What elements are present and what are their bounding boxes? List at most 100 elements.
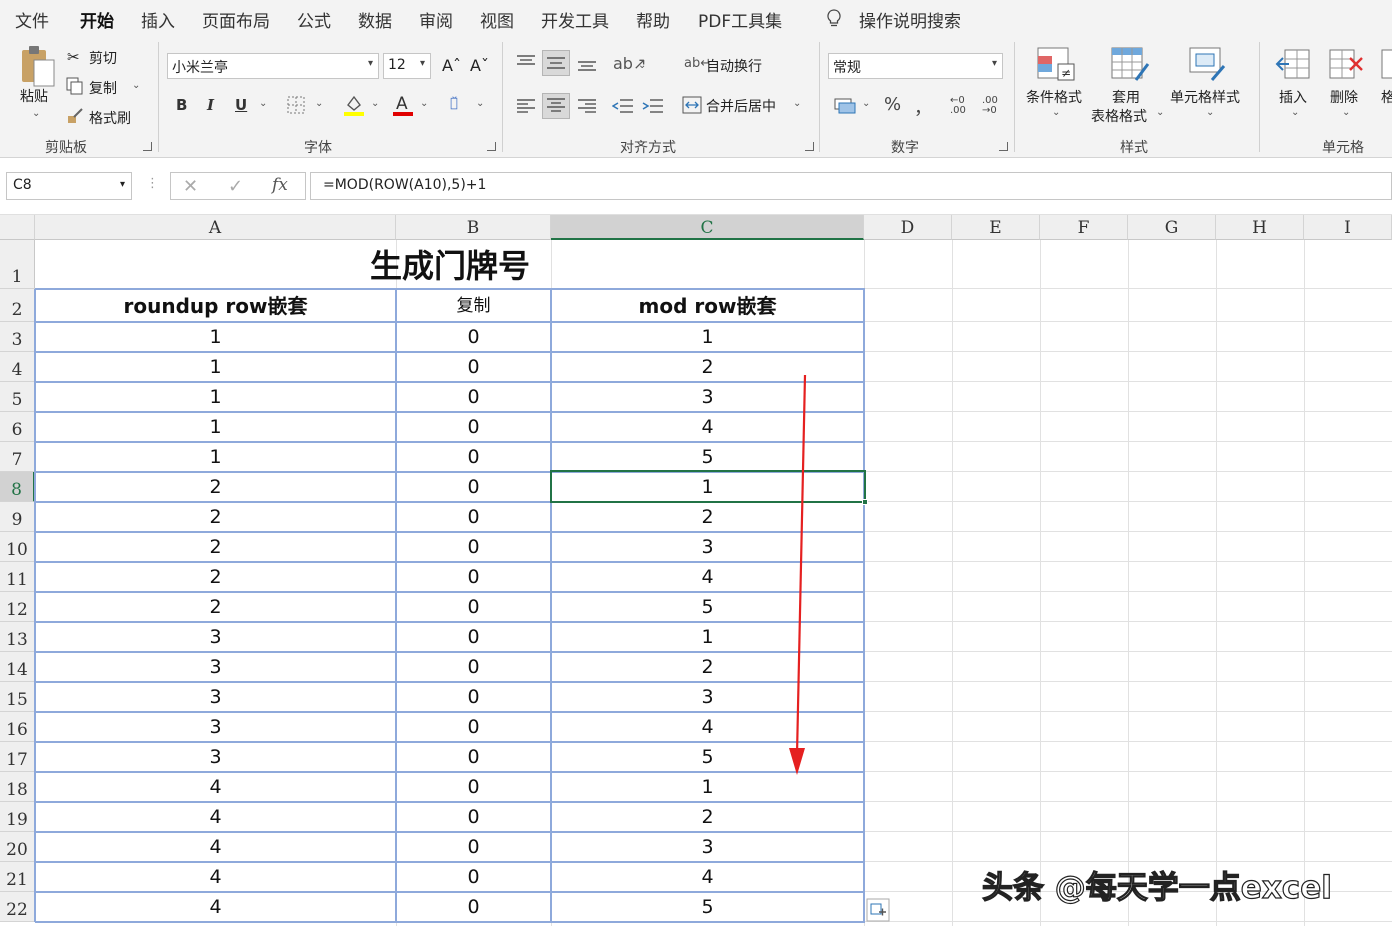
data-cell-b[interactable]: 0 (396, 592, 551, 622)
row-header-19[interactable]: 19 (0, 802, 35, 832)
row-header-16[interactable]: 16 (0, 712, 35, 742)
data-cell-b[interactable]: 0 (396, 712, 551, 742)
delete-cells-button[interactable]: 删除 (1330, 87, 1358, 107)
font-size-select[interactable]: 12 ▾ (383, 53, 431, 79)
row-header-5[interactable]: 5 (0, 382, 35, 412)
chevron-down-icon[interactable]: ⌄ (638, 60, 646, 71)
data-cell-a[interactable]: 2 (35, 502, 396, 532)
tab-view[interactable]: 视图 (480, 7, 514, 32)
row-header-6[interactable]: 6 (0, 412, 35, 442)
column-header-d[interactable]: D (864, 215, 952, 240)
select-all-corner[interactable] (0, 215, 35, 240)
data-cell-b[interactable]: 0 (396, 352, 551, 382)
data-cell-b[interactable]: 0 (396, 802, 551, 832)
format-painter-button[interactable]: 格式刷 (89, 108, 131, 128)
header-cell-a[interactable]: roundup row嵌套 (35, 289, 396, 322)
data-cell-b[interactable]: 0 (396, 562, 551, 592)
dialog-launcher-icon[interactable] (805, 142, 814, 151)
data-cell-a[interactable]: 1 (35, 442, 396, 472)
worksheet-grid[interactable]: A B C D E F G H I 1 2 3 4 5 6 7 8 9 10 11 12 13 14 15 16 17 18 19 20… (0, 215, 1392, 926)
tab-home[interactable]: 开始 (80, 7, 114, 39)
enter-check-icon[interactable]: ✓ (228, 176, 243, 197)
chevron-down-icon[interactable]: ⌄ (132, 80, 140, 91)
data-cell-b[interactable]: 0 (396, 472, 551, 502)
data-cell-a[interactable]: 3 (35, 622, 396, 652)
header-cell-b[interactable]: 复制 (396, 289, 551, 322)
conditional-formatting-button[interactable]: 条件格式 (1026, 87, 1082, 107)
data-cell-b[interactable]: 0 (396, 742, 551, 772)
fill-handle[interactable] (862, 499, 868, 505)
chevron-down-icon[interactable]: ⌄ (1052, 107, 1060, 118)
increase-indent-icon[interactable] (642, 98, 664, 114)
conditional-formatting-icon[interactable]: ≠ (1036, 46, 1076, 82)
column-header-i[interactable]: I (1304, 215, 1392, 240)
formula-input[interactable]: =MOD(ROW(A10),5)+1 (310, 172, 1392, 200)
paste-button[interactable]: 粘贴 (20, 86, 48, 106)
insert-function-icon[interactable]: fx (272, 175, 288, 195)
data-cell-a[interactable]: 4 (35, 862, 396, 892)
italic-button[interactable]: I (207, 96, 214, 114)
data-cell-b[interactable]: 0 (396, 652, 551, 682)
chevron-down-icon[interactable]: ⌄ (793, 98, 801, 109)
data-cell-a[interactable]: 3 (35, 652, 396, 682)
align-left-icon[interactable] (516, 98, 536, 114)
data-cell-b[interactable]: 0 (396, 772, 551, 802)
data-cell-b[interactable]: 0 (396, 382, 551, 412)
data-cell-c[interactable]: 5 (551, 892, 864, 922)
format-cells-icon[interactable] (1380, 46, 1392, 82)
chevron-down-icon[interactable]: ⌄ (1156, 107, 1164, 118)
data-cell-b[interactable]: 0 (396, 442, 551, 472)
tab-file[interactable]: 文件 (15, 7, 49, 32)
data-cell-b[interactable]: 0 (396, 412, 551, 442)
underline-button[interactable]: U (235, 96, 247, 114)
row-header-17[interactable]: 17 (0, 742, 35, 772)
tab-help[interactable]: 帮助 (636, 7, 670, 32)
data-cell-a[interactable]: 3 (35, 712, 396, 742)
chevron-down-icon[interactable]: ⌄ (476, 98, 484, 109)
number-format-select[interactable]: 常规 ▾ (828, 53, 1003, 79)
percent-button[interactable]: % (884, 94, 901, 115)
accounting-format-icon[interactable] (834, 96, 856, 114)
chevron-down-icon[interactable]: ⌄ (1342, 107, 1350, 118)
tab-developer[interactable]: 开发工具 (541, 7, 609, 32)
tab-data[interactable]: 数据 (358, 7, 392, 32)
format-as-table-line2[interactable]: 表格格式 (1091, 106, 1147, 126)
row-header-10[interactable]: 10 (0, 532, 35, 562)
data-cell-a[interactable]: 4 (35, 772, 396, 802)
row-header-2[interactable]: 2 (0, 289, 35, 322)
data-cell-b[interactable]: 0 (396, 502, 551, 532)
font-name-select[interactable]: 小米兰亭 ▾ (167, 53, 379, 79)
chevron-down-icon[interactable]: ⌄ (1206, 107, 1214, 118)
comma-button[interactable]: ， (914, 94, 932, 120)
bold-button[interactable]: B (176, 96, 187, 114)
row-header-8[interactable]: 8 (0, 472, 35, 502)
decrease-indent-icon[interactable] (612, 98, 634, 114)
column-header-f[interactable]: F (1040, 215, 1128, 240)
cancel-icon[interactable]: ✕ (183, 176, 198, 197)
more-options-icon[interactable]: ⋮ (146, 176, 159, 191)
header-cell-c[interactable]: mod row嵌套 (551, 289, 864, 322)
data-cell-a[interactable]: 2 (35, 532, 396, 562)
row-header-13[interactable]: 13 (0, 622, 35, 652)
data-cell-b[interactable]: 0 (396, 682, 551, 712)
align-middle-button[interactable] (542, 50, 570, 76)
data-cell-c[interactable]: 3 (551, 832, 864, 862)
paste-icon[interactable] (18, 44, 58, 90)
dialog-launcher-icon[interactable] (487, 142, 496, 151)
row-header-15[interactable]: 15 (0, 682, 35, 712)
format-cells-button[interactable]: 格 (1381, 87, 1392, 107)
row-header-3[interactable]: 3 (0, 322, 35, 352)
cell-styles-button[interactable]: 单元格样式 (1170, 87, 1240, 107)
chevron-down-icon[interactable]: ⌄ (259, 98, 267, 109)
data-cell-a[interactable]: 4 (35, 802, 396, 832)
merge-center-button[interactable]: 合并后居中 (706, 96, 776, 116)
column-header-c[interactable]: C (551, 215, 864, 240)
row-header-22[interactable]: 22 (0, 892, 35, 922)
data-cell-a[interactable]: 1 (35, 382, 396, 412)
format-as-table-icon[interactable] (1110, 46, 1150, 82)
align-right-icon[interactable] (577, 98, 597, 114)
row-header-7[interactable]: 7 (0, 442, 35, 472)
column-header-h[interactable]: H (1216, 215, 1304, 240)
format-as-table-line1[interactable]: 套用 (1112, 87, 1140, 107)
sheet-title-cell[interactable]: 生成门牌号 (36, 243, 864, 289)
